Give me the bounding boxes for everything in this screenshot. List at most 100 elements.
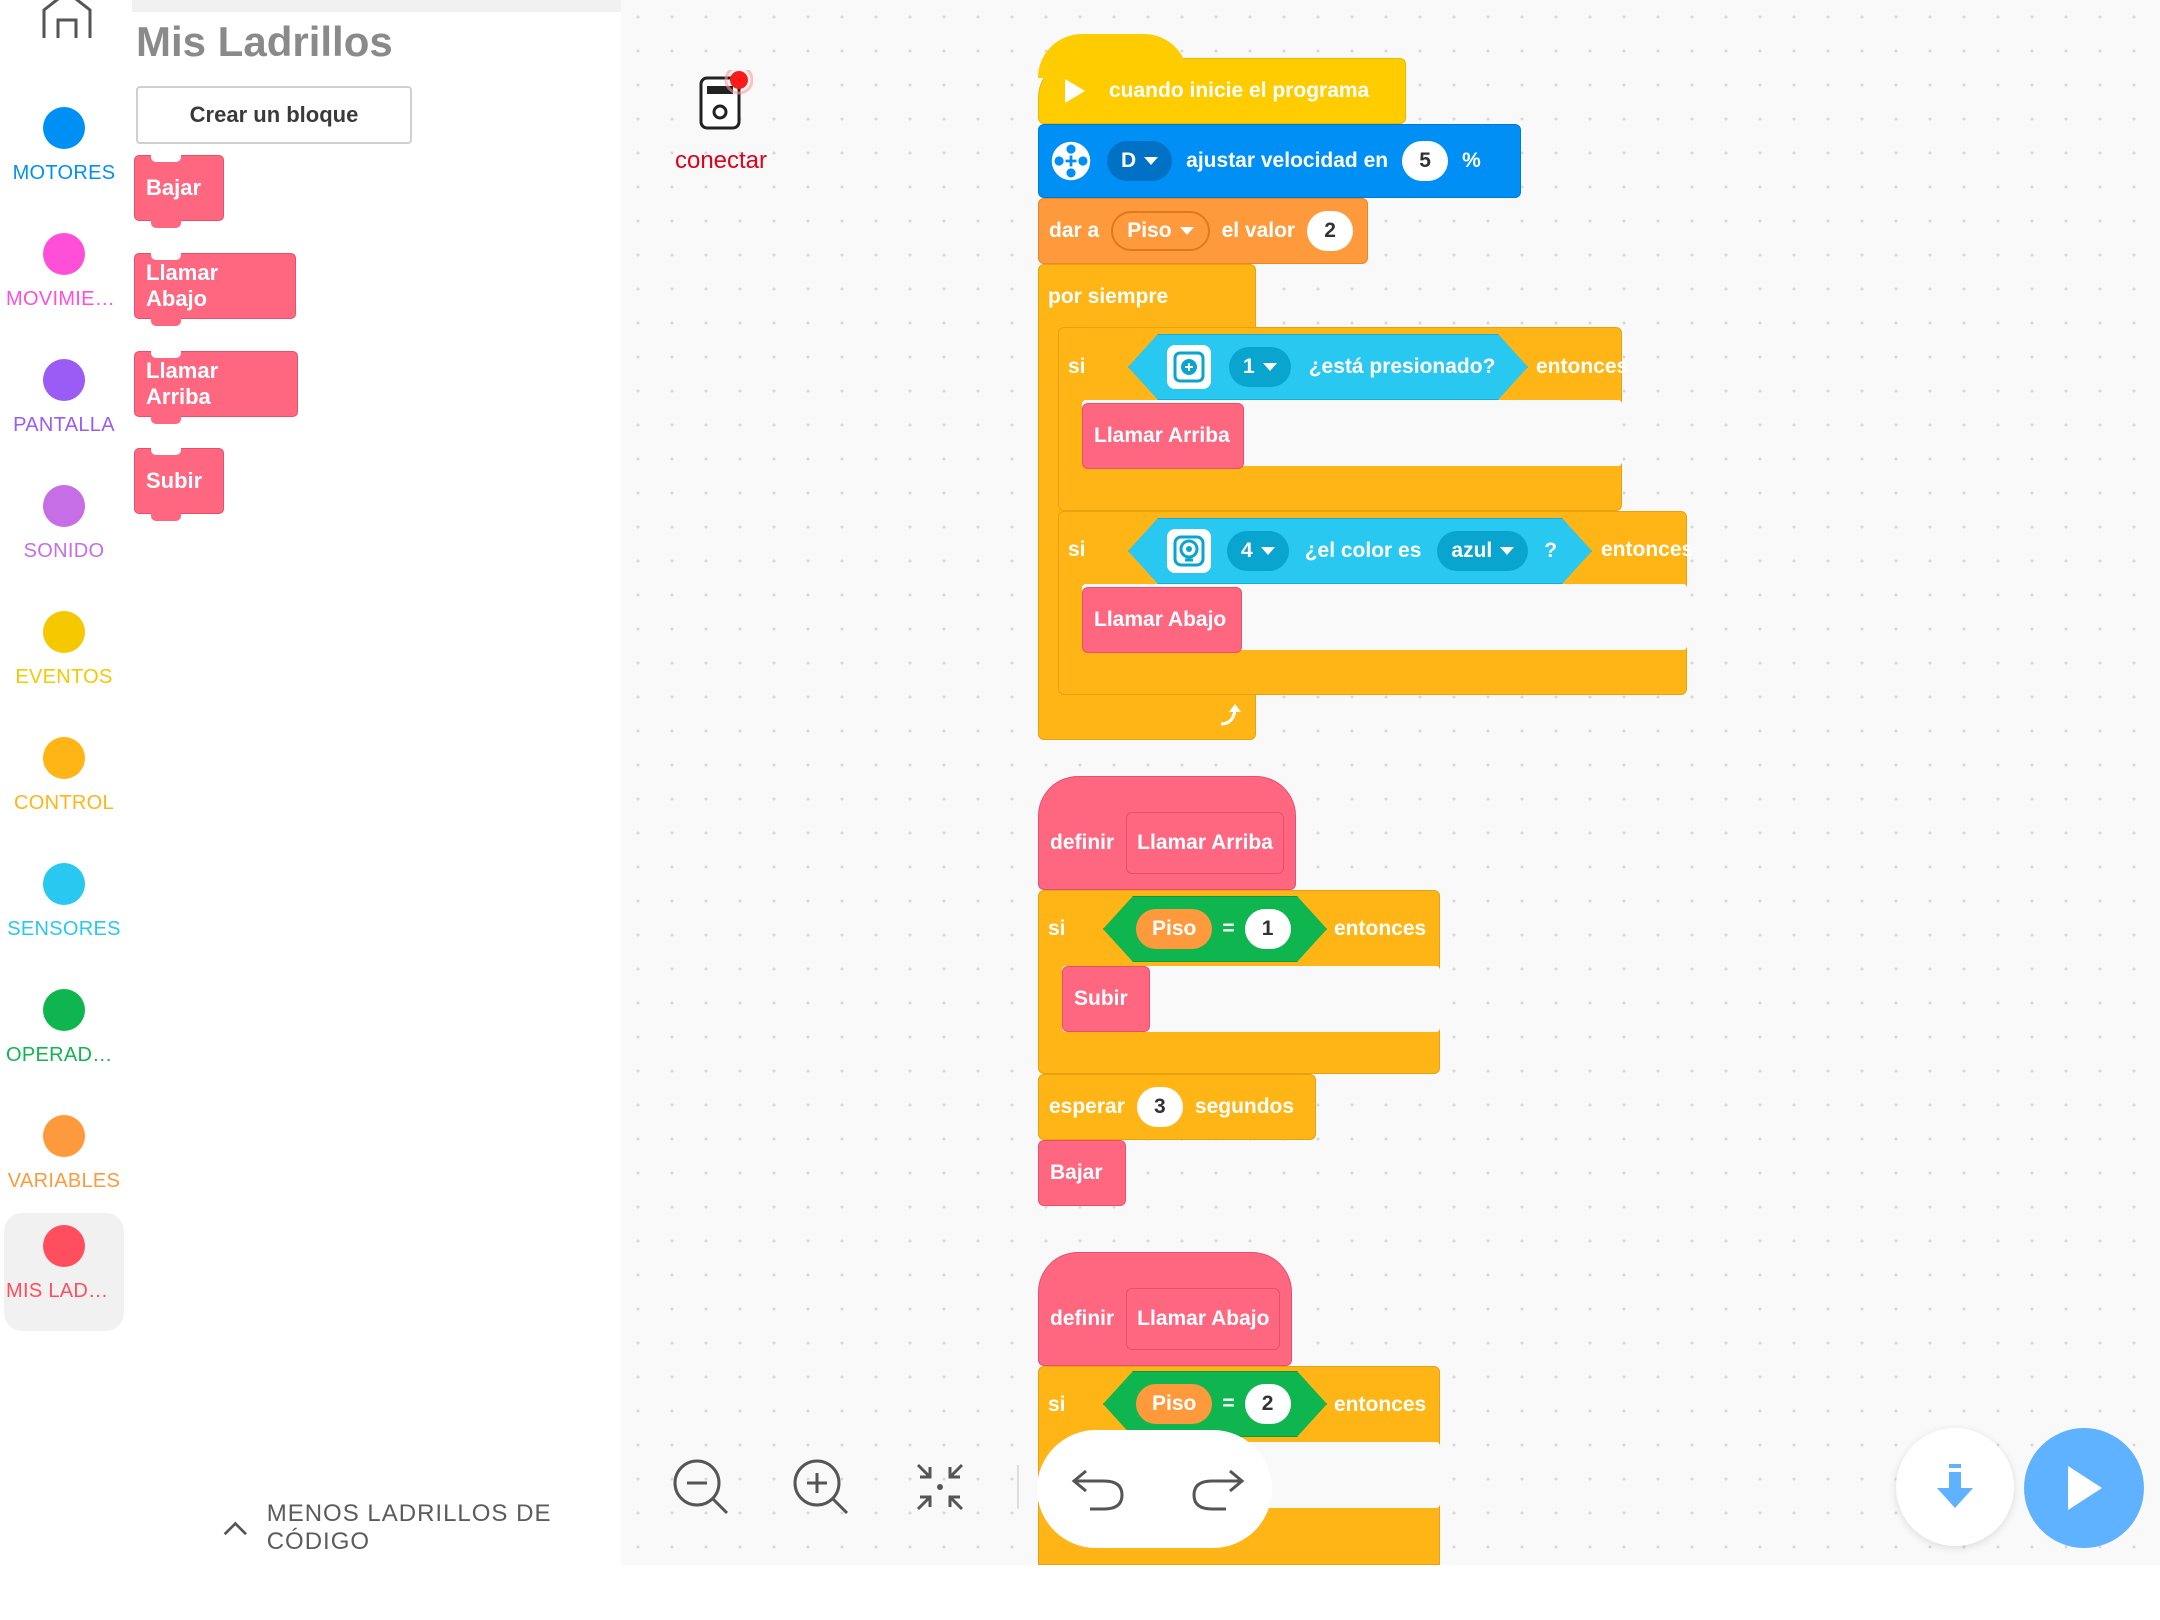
color-sensor-icon: [1167, 529, 1211, 573]
call-subir-block[interactable]: Subir: [1062, 966, 1150, 1032]
dropdown-arrow-icon: [1179, 227, 1194, 235]
variable-dropdown[interactable]: Piso: [1111, 211, 1210, 251]
then-label: entonces: [1601, 538, 1694, 561]
dropdown-arrow-icon: [1262, 363, 1277, 371]
palette-block-subir[interactable]: Subir: [134, 448, 224, 521]
motor-set-speed-label: ajustar velocidad en: [1186, 149, 1389, 172]
redo-button[interactable]: [1183, 1452, 1253, 1522]
download-button[interactable]: [1896, 1428, 2014, 1546]
call-bajar-block[interactable]: Bajar: [1038, 1140, 1126, 1206]
define-llamar-abajo-block[interactable]: definir Llamar Abajo: [1038, 1252, 1292, 1366]
equals-value-input[interactable]: 1: [1244, 909, 1291, 949]
category-variables[interactable]: VARIABLES: [4, 1103, 124, 1221]
variable-name: Piso: [1127, 219, 1172, 242]
define-name-text: Llamar Abajo: [1137, 1307, 1270, 1330]
if-label: si: [1068, 538, 1086, 561]
category-sonido[interactable]: SONIDO: [4, 473, 124, 591]
category-sidebar: MOTORES MOVIMIENTO PANTALLA SONIDO EVENTOS CO…: [0, 0, 132, 1620]
category-sensores[interactable]: SENSORES: [4, 851, 124, 969]
category-movimiento[interactable]: MOVIMIENTO: [4, 221, 124, 339]
chevron-up-icon: [223, 1521, 247, 1536]
motor-speed-input[interactable]: 5: [1402, 141, 1449, 181]
wait-seconds-block[interactable]: esperar 3 segundos: [1038, 1074, 1316, 1140]
category-mis-ladrillos[interactable]: MIS LADRILLOS: [4, 1213, 124, 1331]
zoom-in-button[interactable]: [786, 1452, 856, 1522]
equals-operator-2[interactable]: Piso = 2: [1103, 1371, 1327, 1437]
motor-port-dropdown[interactable]: D: [1107, 141, 1173, 181]
less-bricks-toggle[interactable]: MENOS LADRILLOS DE CÓDIGO: [222, 1500, 619, 1556]
call-llamar-arriba-block[interactable]: Llamar Arriba: [1082, 403, 1244, 469]
then-label: entonces: [1334, 1393, 1427, 1416]
piso-variable-reporter[interactable]: Piso: [1136, 1384, 1213, 1424]
call-llamar-abajo-block[interactable]: Llamar Abajo: [1082, 587, 1242, 653]
define-name-text: Llamar Arriba: [1137, 831, 1273, 854]
make-block-button[interactable]: Crear un bloque: [136, 86, 412, 144]
palette-block-llamar-abajo[interactable]: Llamar Abajo: [134, 253, 296, 326]
motor-port-value: D: [1121, 149, 1137, 172]
category-operadores[interactable]: OPERADORES: [4, 977, 124, 1095]
forever-label: por siempre: [1048, 285, 1169, 308]
category-color-dot-icon: [43, 737, 85, 779]
category-color-dot-icon: [43, 863, 85, 905]
dropdown-arrow-icon: [1500, 547, 1515, 555]
category-label: MOVIMIENTO: [6, 288, 124, 310]
category-motores[interactable]: MOTORES: [4, 95, 124, 213]
set-variable-block[interactable]: dar a Piso el valor 2: [1038, 198, 1368, 264]
connect-hub[interactable]: conectar: [661, 65, 781, 175]
set-value-label: el valor: [1221, 219, 1296, 242]
code-workspace[interactable]: conectar por siempre cuando inicie el pr…: [621, 0, 2160, 1565]
loop-arrow-icon: [1220, 704, 1241, 726]
dropdown-arrow-icon: [1260, 547, 1275, 555]
undo-button[interactable]: [1063, 1452, 1133, 1522]
category-label: PANTALLA: [13, 414, 115, 436]
button-sensor-icon: [1167, 345, 1211, 389]
wait-seconds-input[interactable]: 3: [1136, 1087, 1183, 1127]
category-eventos[interactable]: EVENTOS: [4, 599, 124, 717]
percent-label: %: [1462, 149, 1481, 172]
define-llamar-arriba-block[interactable]: definir Llamar Arriba: [1038, 776, 1296, 890]
then-label: entonces: [1334, 917, 1427, 940]
color-sensor-block[interactable]: 4 ¿el color es azul ?: [1128, 518, 1592, 584]
zoom-out-button[interactable]: [666, 1452, 736, 1522]
question-mark: ?: [1544, 539, 1558, 562]
category-color-dot-icon: [43, 611, 85, 653]
equals-operator-1[interactable]: Piso = 1: [1103, 896, 1327, 962]
equals-value-input[interactable]: 2: [1244, 1384, 1291, 1424]
category-label: OPERADORES: [6, 1044, 124, 1066]
hub-icon: [699, 65, 754, 130]
redo-icon: [1192, 1469, 1245, 1511]
motor-set-speed-block[interactable]: D ajustar velocidad en 5 %: [1038, 124, 1521, 198]
category-label: SONIDO: [23, 540, 105, 562]
home-icon[interactable]: [38, 0, 96, 40]
palette-block-llamar-arriba[interactable]: Llamar Arriba: [134, 351, 298, 424]
category-label: SENSORES: [7, 918, 121, 940]
category-label: MIS LADRILLOS: [6, 1280, 124, 1302]
if-label: si: [1068, 355, 1086, 378]
set-value-input[interactable]: 2: [1307, 211, 1354, 251]
button-port-dropdown[interactable]: 1: [1229, 347, 1291, 387]
then-label: entonces: [1536, 355, 1629, 378]
call-down-label: Llamar Abajo: [1094, 608, 1227, 631]
reset-zoom-button[interactable]: [905, 1452, 975, 1522]
play-icon: [2068, 1466, 2102, 1510]
piso-variable-reporter[interactable]: Piso: [1136, 909, 1213, 949]
category-control[interactable]: CONTROL: [4, 725, 124, 843]
color-port-dropdown[interactable]: 4: [1227, 531, 1289, 571]
button-pressed-sensor[interactable]: 1 ¿está presionado?: [1128, 334, 1528, 400]
color-port-value: 4: [1241, 539, 1253, 562]
category-pantalla[interactable]: PANTALLA: [4, 347, 124, 465]
run-program-button[interactable]: [2024, 1428, 2144, 1548]
zoom-in-icon: [793, 1459, 849, 1515]
category-color-dot-icon: [43, 1115, 85, 1157]
define-name-llamar-abajo: Llamar Abajo: [1126, 1288, 1281, 1350]
set-var-label: dar a: [1049, 219, 1100, 242]
category-label: CONTROL: [14, 792, 114, 814]
color-value-dropdown[interactable]: azul: [1437, 531, 1529, 571]
undo-icon: [1071, 1469, 1124, 1511]
zoom-out-icon: [673, 1459, 729, 1515]
palette-title: Mis Ladrillos: [136, 18, 393, 65]
button-port-value: 1: [1243, 355, 1255, 378]
if-label: si: [1048, 1393, 1066, 1416]
palette-block-bajar[interactable]: Bajar: [134, 155, 224, 228]
call-up-label: Llamar Arriba: [1094, 424, 1230, 447]
